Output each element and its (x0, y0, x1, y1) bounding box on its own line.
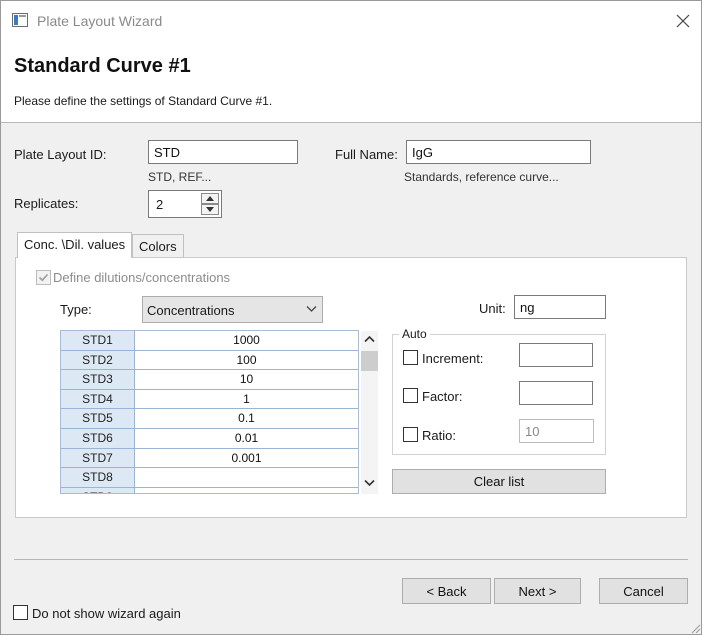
scrollbar-thumb[interactable] (361, 351, 378, 371)
ratio-checkbox[interactable] (403, 427, 418, 442)
row-header[interactable]: STD8 (61, 468, 135, 487)
cancel-button[interactable]: Cancel (599, 578, 688, 604)
type-dropdown[interactable]: Concentrations (142, 296, 323, 323)
factor-checkbox[interactable] (403, 388, 418, 403)
type-label: Type: (60, 302, 92, 317)
ratio-input[interactable] (519, 419, 594, 443)
next-button[interactable]: Next > (494, 578, 581, 604)
back-button[interactable]: < Back (402, 578, 491, 604)
replicates-stepper[interactable]: 2 (148, 190, 222, 218)
scroll-up-icon[interactable] (364, 335, 375, 343)
define-dilutions-checkbox[interactable] (36, 270, 51, 285)
table-row[interactable]: STD6 0.01 (61, 428, 358, 449)
value-cell[interactable]: 100 (135, 350, 358, 370)
value-cell[interactable]: 1 (135, 389, 358, 409)
row-header[interactable]: STD2 (61, 350, 135, 370)
row-header[interactable]: STD3 (61, 370, 135, 389)
wizard-header: Standard Curve #1 Please define the sett… (1, 41, 701, 123)
table-row[interactable]: STD2 100 (61, 350, 358, 371)
table-row[interactable]: STD9 (61, 487, 358, 493)
footer-separator (14, 559, 688, 560)
auto-group-title: Auto (399, 327, 430, 341)
value-cell[interactable]: 10 (135, 370, 358, 389)
define-dilutions-label: Define dilutions/concentrations (53, 270, 231, 285)
stepper-down-button[interactable] (201, 204, 219, 215)
wizard-app-icon (12, 13, 28, 27)
increment-label: Increment: (422, 351, 484, 366)
full-name-input[interactable] (406, 140, 591, 164)
factor-input[interactable] (519, 381, 593, 405)
value-cell[interactable]: 0.001 (135, 448, 358, 468)
grid-scrollbar[interactable] (361, 331, 378, 494)
value-cell[interactable] (135, 468, 358, 487)
scroll-down-icon[interactable] (364, 479, 375, 487)
page-title: Standard Curve #1 (14, 55, 191, 77)
clear-list-button[interactable]: Clear list (392, 469, 606, 494)
table-row[interactable]: STD8 (61, 468, 358, 488)
arrow-up-icon (206, 196, 214, 201)
table-row[interactable]: STD7 0.001 (61, 448, 358, 469)
arrow-down-icon (206, 207, 214, 212)
table-row[interactable]: STD4 1 (61, 389, 358, 410)
factor-label: Factor: (422, 389, 463, 404)
row-header[interactable]: STD9 (61, 487, 135, 493)
resize-grip-icon[interactable] (689, 622, 701, 634)
page-subtitle: Please define the settings of Standard C… (14, 94, 273, 108)
row-header[interactable]: STD1 (61, 331, 135, 350)
value-cell[interactable]: 0.01 (135, 428, 358, 448)
unit-label: Unit: (479, 301, 506, 316)
stepper-up-button[interactable] (201, 193, 219, 204)
tab-conc-dil-values[interactable]: Conc. \Dil. values (17, 232, 133, 258)
value-cell[interactable]: 1000 (135, 331, 358, 350)
value-cell[interactable]: 0.1 (135, 409, 358, 428)
title-bar: Plate Layout Wizard (1, 1, 701, 41)
row-header[interactable]: STD5 (61, 409, 135, 428)
plate-layout-id-input[interactable] (148, 140, 298, 164)
plate-layout-id-hint: STD, REF... (148, 170, 212, 184)
full-name-label: Full Name: (335, 147, 398, 162)
concentration-grid[interactable]: STD1 1000 STD2 100 STD3 10 STD4 1 STD5 0.1 STD6 0.0… (60, 330, 359, 494)
replicates-value: 2 (156, 197, 164, 212)
row-header[interactable]: STD6 (61, 428, 135, 448)
row-header[interactable]: STD4 (61, 389, 135, 409)
increment-checkbox[interactable] (403, 350, 418, 365)
table-row[interactable]: STD3 10 (61, 370, 358, 390)
dont-show-again-label: Do not show wizard again (32, 606, 181, 621)
ratio-label: Ratio: (422, 428, 456, 443)
table-row[interactable]: STD5 0.1 (61, 409, 358, 429)
table-row[interactable]: STD1 1000 (61, 331, 358, 351)
window-title: Plate Layout Wizard (37, 13, 163, 29)
tab-colors[interactable]: Colors (132, 234, 184, 258)
increment-input[interactable] (519, 343, 593, 367)
type-selected-value: Concentrations (147, 303, 235, 318)
dont-show-again-checkbox[interactable] (13, 605, 28, 620)
value-cell[interactable] (135, 487, 358, 493)
chevron-down-icon (306, 306, 317, 312)
plate-layout-id-label: Plate Layout ID: (14, 147, 107, 162)
row-header[interactable]: STD7 (61, 448, 135, 468)
close-icon[interactable] (669, 7, 697, 35)
unit-input[interactable] (514, 295, 606, 319)
full-name-hint: Standards, reference curve... (404, 170, 559, 184)
replicates-label: Replicates: (14, 196, 79, 211)
plate-layout-wizard-window: Plate Layout Wizard Standard Curve #1 Pl… (0, 0, 702, 635)
checkmark-icon (38, 273, 49, 282)
